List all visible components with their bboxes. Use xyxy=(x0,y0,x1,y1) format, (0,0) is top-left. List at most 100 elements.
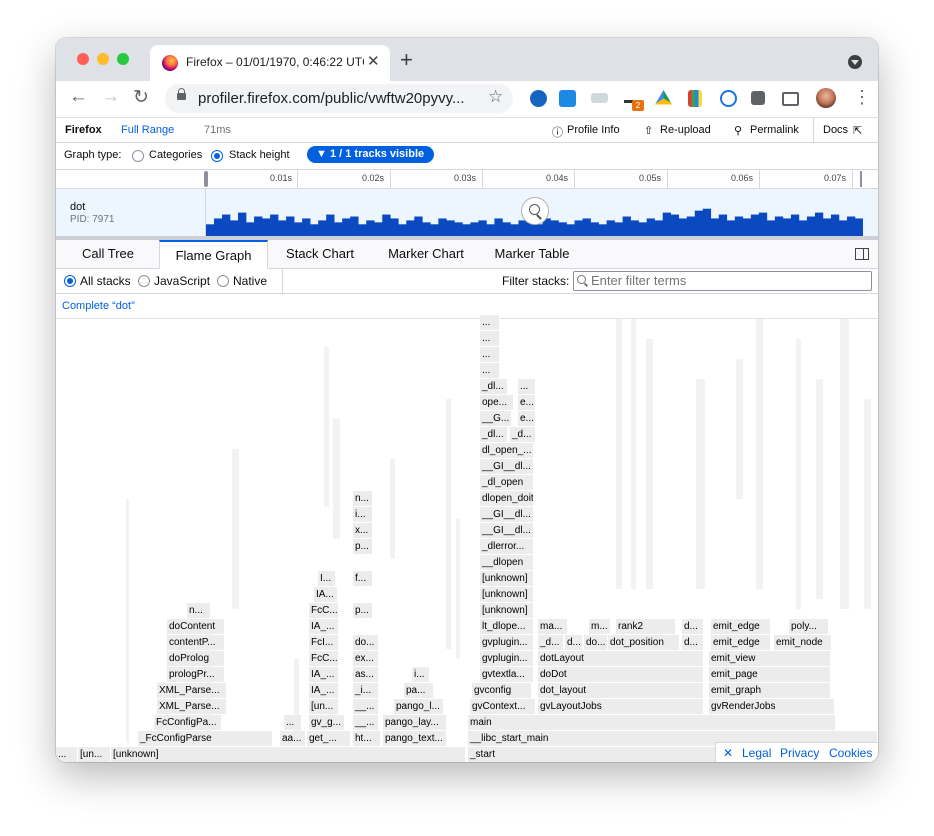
flame-stack-column[interactable] xyxy=(456,519,461,659)
flame-frame[interactable]: ope... xyxy=(480,395,514,410)
privacy-link[interactable]: Privacy xyxy=(780,746,819,760)
flame-frame[interactable]: f... xyxy=(353,571,373,586)
flame-frame[interactable]: _dl... xyxy=(480,427,508,442)
flame-frame[interactable]: IA_... xyxy=(309,667,339,682)
tab-marker-chart[interactable]: Marker Chart xyxy=(378,240,474,268)
flame-frame[interactable]: aa... xyxy=(280,731,306,746)
tab-close-icon[interactable]: ✕ xyxy=(367,52,380,70)
extension-card-icon[interactable] xyxy=(591,93,608,103)
flame-stack-column[interactable] xyxy=(864,399,872,609)
flame-frame[interactable]: p... xyxy=(353,603,373,618)
tab-call-tree[interactable]: Call Tree xyxy=(64,240,152,268)
flame-frame[interactable]: FcC... xyxy=(309,603,339,618)
full-range-breadcrumb[interactable]: Full Range xyxy=(121,124,174,136)
flame-frame[interactable]: i... xyxy=(353,507,373,522)
flame-stack-column[interactable] xyxy=(756,319,764,589)
flame-frame[interactable]: __GI__dl... xyxy=(480,507,534,522)
flame-frame[interactable]: emit_edge xyxy=(711,635,771,650)
url-text[interactable]: profiler.firefox.com/public/vwftw20pyvy.… xyxy=(198,90,470,107)
tab-search-chevron-icon[interactable] xyxy=(848,55,862,69)
flame-frame[interactable]: _dl... xyxy=(480,379,508,394)
flame-stack-column[interactable] xyxy=(696,379,706,589)
close-window-button[interactable] xyxy=(77,53,89,65)
flame-frame[interactable]: IA_... xyxy=(309,683,339,698)
flame-frame[interactable]: XML_Parse... xyxy=(157,683,227,698)
flame-frame[interactable]: d... xyxy=(565,635,583,650)
flame-frame[interactable]: emit_graph xyxy=(709,683,831,698)
stack-height-option-label[interactable]: Stack height xyxy=(229,149,290,161)
flame-frame[interactable]: dlopen_doit xyxy=(480,491,534,506)
flame-frame[interactable]: IA_... xyxy=(309,619,339,634)
extension-bars-icon[interactable] xyxy=(688,90,702,107)
flame-frame[interactable]: e... xyxy=(518,411,536,426)
tab-stack-chart[interactable]: Stack Chart xyxy=(276,240,364,268)
sidebar-toggle-icon[interactable] xyxy=(855,248,869,260)
flame-frame[interactable]: [unknown] xyxy=(480,571,534,586)
flame-frame[interactable]: get_... xyxy=(307,731,351,746)
categories-radio[interactable] xyxy=(132,150,144,162)
flame-frame[interactable]: [unknown] xyxy=(111,747,466,762)
flame-frame[interactable]: _dlerror... xyxy=(480,539,534,554)
flame-frame[interactable]: _d... xyxy=(510,427,536,442)
flame-frame[interactable]: [un... xyxy=(78,747,111,762)
docs-link[interactable]: Docs xyxy=(823,124,848,136)
flame-frame[interactable]: FcC... xyxy=(309,651,339,666)
flame-stack-column[interactable] xyxy=(390,459,396,559)
flame-frame[interactable]: [unknown] xyxy=(480,603,534,618)
flame-frame[interactable]: gvplugin... xyxy=(480,635,534,650)
flame-frame[interactable]: ... xyxy=(56,747,78,762)
flame-stack-column[interactable] xyxy=(631,319,637,589)
range-start-handle[interactable] xyxy=(204,171,208,187)
reload-icon[interactable]: ↻ xyxy=(133,86,149,109)
extension-s-icon[interactable] xyxy=(559,90,576,107)
thread-track-dot[interactable]: dot PID: 7971 xyxy=(56,189,878,237)
flame-frame[interactable]: dl_open_... xyxy=(480,443,534,458)
flame-frame[interactable]: pango_text... xyxy=(383,731,447,746)
flame-frame[interactable]: emit_page xyxy=(709,667,831,682)
profile-avatar[interactable] xyxy=(816,88,836,108)
extensions-puzzle-icon[interactable] xyxy=(751,91,765,105)
footer-close-icon[interactable]: ✕ xyxy=(723,746,733,760)
flame-stack-column[interactable] xyxy=(840,319,850,609)
flame-graph[interactable]: ... [un... [unknown] _start _FcConfigPar… xyxy=(56,315,878,762)
flame-frame[interactable]: m... xyxy=(589,619,611,634)
flame-frame[interactable]: ... xyxy=(480,347,500,362)
flame-frame[interactable]: p... xyxy=(353,539,373,554)
flame-frame[interactable]: d... xyxy=(682,635,704,650)
flame-frame[interactable]: ... xyxy=(480,363,500,378)
flame-frame[interactable]: FcI... xyxy=(309,635,339,650)
password-manager-icon[interactable] xyxy=(720,90,737,107)
native-radio[interactable] xyxy=(217,275,229,287)
profile-info-button[interactable]: Profile Info xyxy=(567,124,620,136)
flame-frame[interactable]: __... xyxy=(353,699,379,714)
flame-frame[interactable]: doDot xyxy=(538,667,704,682)
flame-frame[interactable]: emit_edge xyxy=(711,619,771,634)
native-label[interactable]: Native xyxy=(233,274,267,288)
javascript-radio[interactable] xyxy=(138,275,150,287)
flame-frame[interactable]: ... xyxy=(480,331,500,346)
cast-icon[interactable] xyxy=(782,92,799,106)
flame-frame[interactable]: _d... xyxy=(538,635,564,650)
maximize-window-button[interactable] xyxy=(117,53,129,65)
flame-stack-column[interactable] xyxy=(796,339,802,609)
flame-frame[interactable]: __GI__dl... xyxy=(480,523,534,538)
flame-frame[interactable]: poly... xyxy=(789,619,829,634)
flame-frame[interactable]: i... xyxy=(412,667,430,682)
flame-frame[interactable]: contentP... xyxy=(167,635,225,650)
flame-frame[interactable]: n... xyxy=(187,603,211,618)
flame-frame[interactable]: e... xyxy=(518,395,536,410)
flame-stack-column[interactable] xyxy=(736,359,744,499)
permalink-button[interactable]: Permalink xyxy=(750,124,799,136)
flame-frame[interactable]: I... xyxy=(318,571,336,586)
flame-frame[interactable]: d... xyxy=(682,619,704,634)
activity-graph[interactable] xyxy=(206,189,864,236)
range-end-handle[interactable] xyxy=(860,171,862,187)
flame-stack-column[interactable] xyxy=(446,399,452,649)
flame-frame[interactable]: gvtextla... xyxy=(480,667,534,682)
flame-frame[interactable]: pango_lay... xyxy=(383,715,447,730)
bookmark-star-icon[interactable]: ☆ xyxy=(488,87,503,107)
flame-frame[interactable]: doContent xyxy=(167,619,225,634)
flame-stack-column[interactable] xyxy=(616,319,623,589)
flame-frame[interactable]: ht... xyxy=(353,731,381,746)
flame-frame[interactable]: rank2 xyxy=(616,619,676,634)
